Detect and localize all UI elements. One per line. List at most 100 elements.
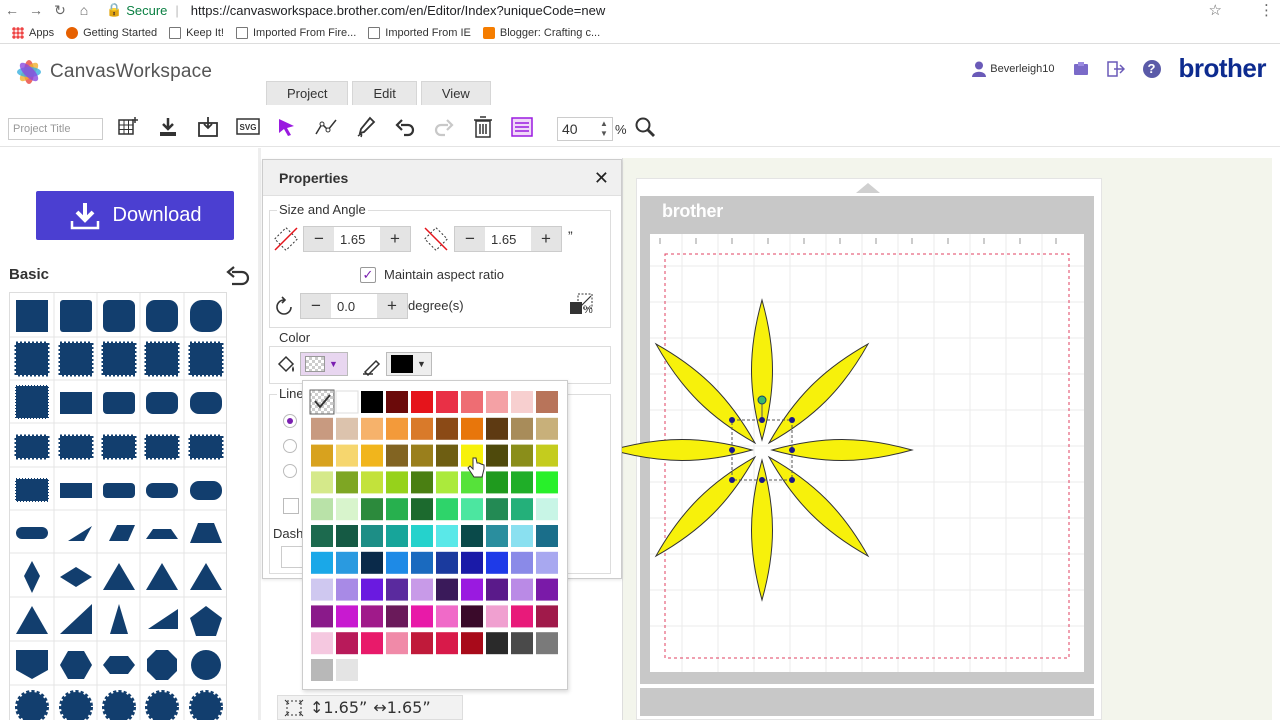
color-swatch[interactable] bbox=[361, 471, 383, 494]
tab-edit[interactable]: Edit bbox=[352, 81, 417, 105]
color-swatch[interactable] bbox=[436, 632, 458, 655]
select-tool-icon[interactable] bbox=[274, 115, 298, 139]
color-swatch[interactable] bbox=[411, 551, 433, 574]
color-swatch[interactable] bbox=[436, 471, 458, 494]
color-swatch[interactable] bbox=[511, 578, 533, 601]
color-swatch[interactable] bbox=[311, 551, 333, 574]
color-swatch[interactable] bbox=[536, 391, 558, 413]
redo-icon[interactable] bbox=[432, 115, 456, 139]
color-swatch[interactable] bbox=[461, 525, 483, 547]
color-swatch[interactable] bbox=[336, 444, 358, 467]
color-swatch[interactable] bbox=[461, 417, 483, 440]
fill-color-dropdown[interactable]: ▼ bbox=[300, 352, 348, 376]
height-stepper[interactable]: − 1.65 + bbox=[454, 226, 562, 252]
color-swatch[interactable] bbox=[311, 525, 333, 547]
color-swatch[interactable] bbox=[511, 605, 533, 628]
color-swatch[interactable] bbox=[336, 417, 358, 440]
color-swatch[interactable] bbox=[486, 471, 508, 494]
color-swatch[interactable] bbox=[336, 551, 358, 574]
color-swatch[interactable] bbox=[486, 391, 508, 413]
delete-icon[interactable] bbox=[471, 115, 495, 139]
color-swatch[interactable] bbox=[336, 498, 358, 521]
color-swatch[interactable] bbox=[361, 444, 383, 467]
color-swatch[interactable] bbox=[511, 632, 533, 655]
spin-up-icon[interactable]: ▲ bbox=[600, 119, 608, 129]
height-value[interactable]: 1.65 bbox=[485, 227, 531, 251]
close-icon[interactable]: ✕ bbox=[594, 168, 609, 189]
color-swatch[interactable] bbox=[386, 578, 408, 601]
color-swatch[interactable] bbox=[536, 525, 558, 547]
zoom-magnifier-icon[interactable] bbox=[633, 115, 657, 139]
transparent-swatch-selected[interactable] bbox=[309, 389, 335, 415]
reload-icon[interactable]: ↻ bbox=[48, 2, 72, 19]
color-swatch[interactable] bbox=[386, 391, 408, 413]
bookmark-imported-ie[interactable]: Imported From IE bbox=[368, 26, 471, 39]
download-button[interactable]: Download bbox=[36, 191, 234, 240]
color-swatch[interactable] bbox=[436, 417, 458, 440]
node-edit-icon[interactable] bbox=[314, 115, 338, 139]
color-swatch[interactable] bbox=[486, 417, 508, 440]
color-swatch[interactable] bbox=[311, 659, 333, 681]
svg-import-icon[interactable]: SVG bbox=[236, 115, 260, 139]
color-swatch[interactable] bbox=[511, 444, 533, 467]
back-icon[interactable]: ← bbox=[0, 2, 24, 18]
color-swatch[interactable] bbox=[411, 471, 433, 494]
properties-panel-icon[interactable] bbox=[510, 115, 534, 139]
color-swatch[interactable] bbox=[361, 632, 383, 655]
color-swatch[interactable] bbox=[536, 632, 558, 655]
color-swatch[interactable] bbox=[486, 578, 508, 601]
color-swatch[interactable] bbox=[461, 391, 483, 413]
color-swatch[interactable] bbox=[486, 605, 508, 628]
color-swatch[interactable] bbox=[336, 632, 358, 655]
bookmark-star-icon[interactable]: ☆ bbox=[1209, 1, 1222, 19]
scale-percent-icon[interactable]: % bbox=[569, 292, 597, 318]
color-swatch[interactable] bbox=[436, 391, 458, 413]
color-swatch[interactable] bbox=[361, 391, 383, 413]
color-swatch[interactable] bbox=[311, 605, 333, 628]
bookmark-apps[interactable]: Apps bbox=[12, 26, 54, 39]
logout-icon[interactable] bbox=[1106, 60, 1125, 77]
color-swatch[interactable] bbox=[386, 551, 408, 574]
color-swatch[interactable] bbox=[336, 605, 358, 628]
color-swatch[interactable] bbox=[486, 632, 508, 655]
flower-design[interactable] bbox=[610, 290, 922, 615]
rotation-increase-button[interactable]: + bbox=[377, 294, 407, 318]
maintain-aspect-checkbox[interactable]: ✓ bbox=[360, 267, 376, 283]
new-project-icon[interactable] bbox=[116, 115, 140, 139]
import-icon[interactable] bbox=[196, 115, 220, 139]
color-swatch[interactable] bbox=[411, 632, 433, 655]
color-swatch[interactable] bbox=[511, 417, 533, 440]
color-swatch[interactable] bbox=[386, 444, 408, 467]
color-swatch[interactable] bbox=[511, 391, 533, 413]
color-swatch[interactable] bbox=[461, 551, 483, 574]
color-swatch[interactable] bbox=[536, 551, 558, 574]
rotation-stepper[interactable]: − 0.0 + bbox=[300, 293, 408, 319]
color-swatch[interactable] bbox=[486, 444, 508, 467]
color-swatch[interactable] bbox=[311, 417, 333, 440]
forward-icon[interactable]: → bbox=[24, 2, 48, 18]
color-swatch[interactable] bbox=[461, 498, 483, 521]
color-swatch[interactable] bbox=[311, 632, 333, 655]
width-increase-button[interactable]: + bbox=[380, 227, 410, 251]
color-swatch[interactable] bbox=[411, 525, 433, 547]
color-swatch[interactable] bbox=[411, 391, 433, 413]
height-increase-button[interactable]: + bbox=[531, 227, 561, 251]
color-swatch[interactable] bbox=[311, 444, 333, 467]
line-option-checkbox[interactable] bbox=[283, 498, 299, 514]
color-swatch[interactable] bbox=[461, 632, 483, 655]
color-swatch[interactable] bbox=[336, 659, 358, 681]
color-swatch[interactable] bbox=[411, 498, 433, 521]
color-swatch[interactable] bbox=[436, 525, 458, 547]
color-swatch[interactable] bbox=[386, 471, 408, 494]
bookmark-blogger[interactable]: Blogger: Crafting c... bbox=[482, 26, 600, 39]
project-title-input[interactable]: Project Title bbox=[8, 118, 103, 140]
color-swatch[interactable] bbox=[311, 498, 333, 521]
color-swatch[interactable] bbox=[361, 605, 383, 628]
color-swatch[interactable] bbox=[486, 498, 508, 521]
bookmark-imported-firefox[interactable]: Imported From Fire... bbox=[236, 26, 356, 39]
color-swatch[interactable] bbox=[461, 578, 483, 601]
zoom-stepper[interactable]: ▲ ▼ bbox=[600, 119, 608, 139]
color-swatch[interactable] bbox=[536, 471, 558, 494]
color-swatch[interactable] bbox=[411, 578, 433, 601]
color-swatch[interactable] bbox=[361, 551, 383, 574]
